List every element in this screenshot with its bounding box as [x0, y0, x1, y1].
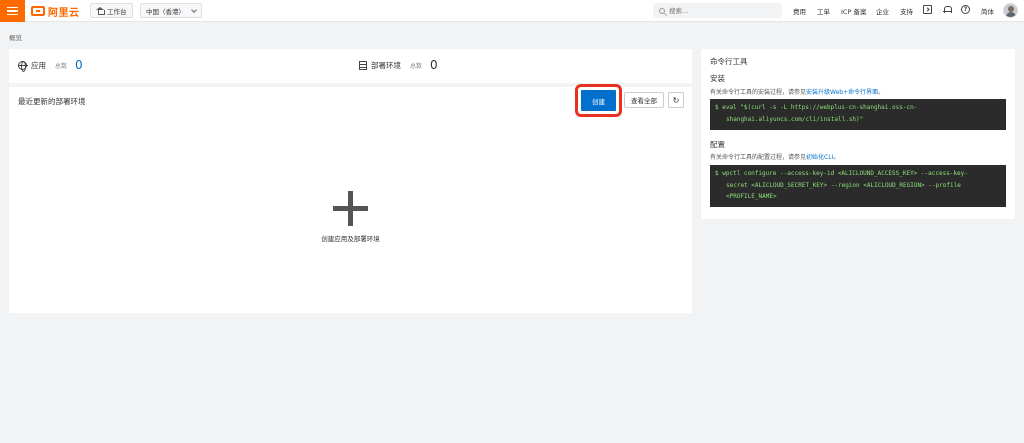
search-box[interactable] [653, 3, 782, 18]
globe-icon [18, 60, 28, 72]
nav-support[interactable]: 支持 [900, 6, 913, 16]
terminal-icon[interactable] [923, 5, 932, 14]
envs-total-value: 0 [430, 58, 438, 72]
install-heading: 安装 [710, 74, 725, 83]
plus-icon[interactable] [333, 191, 368, 226]
nav-language[interactable]: 简体 [981, 6, 994, 16]
apps-total-label: 总数 [55, 62, 68, 70]
envs-label: 部署环境 [371, 60, 401, 70]
nav-ticket[interactable]: 工单 [817, 6, 830, 16]
avatar[interactable] [1003, 3, 1018, 18]
nav-enterprise[interactable]: 企业 [876, 6, 889, 16]
server-icon [359, 60, 367, 70]
install-code-line: $ eval "$(curl -s -L https://webplus-cn-… [715, 104, 918, 111]
top-navigation-bar: 阿里云 工作台 中国（香港） 费用 工单 ICP 备案 企业 支持 ? 简体 [0, 0, 1024, 22]
refresh-icon[interactable]: ↻ [668, 92, 684, 108]
region-label: 中国（香港） [146, 7, 185, 16]
apps-total-value[interactable]: 0 [75, 58, 83, 72]
region-selector[interactable]: 中国（香港） [140, 3, 202, 18]
config-code-line: $ wpctl configure --access-key-id <ALICL… [715, 170, 968, 177]
stats-card: 应用 总数 0 部署环境 总数 0 [9, 49, 692, 83]
envs-stat: 部署环境 总数 0 [359, 58, 438, 72]
nav-billing[interactable]: 费用 [793, 6, 806, 16]
envs-total-label: 总数 [410, 62, 423, 70]
aliyun-logo-mark [31, 6, 45, 16]
bell-icon[interactable] [942, 5, 952, 14]
create-app-and-env-link[interactable]: 创建应用及部署环境 [300, 233, 401, 243]
workbench-label: 工作台 [107, 7, 127, 16]
init-cli-link[interactable]: 初始化CLI [806, 154, 833, 161]
help-icon[interactable]: ? [961, 5, 970, 14]
config-code-line: secret <ALICLOUD_SECRET_KEY> --region <A… [726, 181, 961, 189]
install-description: 有关命令行工具的安装过程，请参见安装升级Web+命令行界面。 [710, 87, 884, 96]
config-heading: 配置 [710, 140, 725, 149]
menu-icon[interactable] [0, 0, 25, 22]
config-code-line: <PROFILE_NAME> [726, 193, 777, 200]
chevron-down-icon [191, 6, 197, 13]
install-desc-suffix: 。 [878, 89, 885, 96]
view-all-button[interactable]: 查看全部 [624, 92, 664, 108]
search-icon [659, 7, 665, 14]
nav-icp[interactable]: ICP 备案 [841, 6, 866, 16]
create-button-highlight: 创建 [575, 84, 622, 117]
search-input[interactable] [669, 6, 769, 15]
install-code-line: shanghai.aliyuncs.com/cli/install.sh)" [726, 115, 864, 123]
create-button[interactable]: 创建 [581, 90, 616, 111]
install-upgrade-link[interactable]: 安装升级Web+命令行界面 [806, 89, 878, 96]
aliyun-logo[interactable]: 阿里云 [31, 4, 80, 19]
install-code-block[interactable]: $ eval "$(curl -s -L https://webplus-cn-… [710, 99, 1006, 130]
config-description: 有关命令行工具的配置过程，请参见初始化CLI。 [710, 152, 839, 161]
cli-title: 命令行工具 [710, 57, 748, 66]
logo-text: 阿里云 [48, 7, 80, 19]
breadcrumb: 概览 [9, 34, 22, 42]
recent-environments-title: 最近更新的部署环境 [18, 97, 86, 106]
apps-label: 应用 [31, 60, 46, 70]
config-desc-prefix: 有关命令行工具的配置过程，请参见 [710, 154, 807, 161]
config-desc-suffix: 。 [833, 154, 840, 161]
config-code-block[interactable]: $ wpctl configure --access-key-id <ALICL… [710, 165, 1006, 207]
install-desc-prefix: 有关命令行工具的安装过程，请参见 [710, 89, 807, 96]
home-icon [96, 7, 105, 15]
apps-stat: 应用 总数 0 [18, 58, 83, 72]
workbench-button[interactable]: 工作台 [90, 3, 133, 18]
cli-tools-card: 命令行工具 安装 有关命令行工具的安装过程，请参见安装升级Web+命令行界面。 … [701, 49, 1015, 219]
